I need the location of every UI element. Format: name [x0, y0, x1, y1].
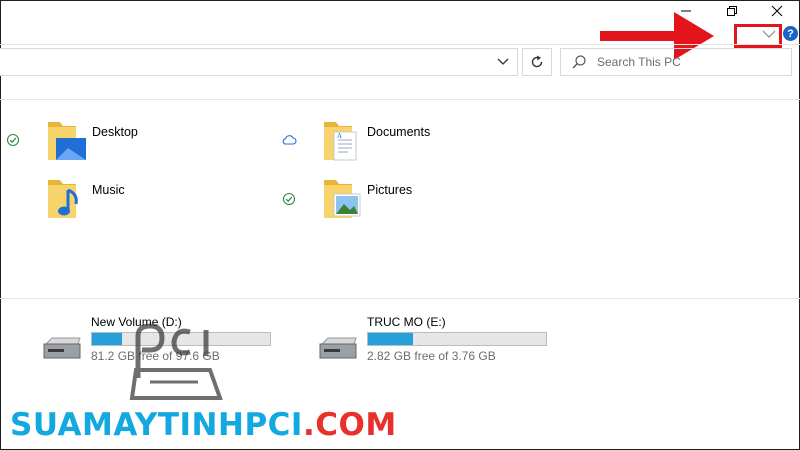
folder-item-music[interactable] [44, 176, 88, 222]
sync-check-icon [282, 192, 296, 206]
address-dropdown-chevron-icon[interactable] [496, 55, 510, 69]
drive-usage-fill-e [368, 333, 413, 345]
music-folder-icon [48, 180, 78, 218]
folder-label-documents[interactable]: Documents [367, 125, 430, 139]
folder-label-desktop[interactable]: Desktop [92, 125, 138, 139]
desktop-folder-icon [48, 122, 86, 160]
documents-folder-icon: A [324, 122, 357, 161]
folder-item-documents[interactable]: A [320, 118, 364, 164]
drive-item-d[interactable] [40, 336, 84, 362]
search-icon [572, 55, 586, 69]
watermark-part2: PCI [244, 407, 303, 443]
sync-check-icon [6, 133, 20, 147]
watermark-part3: .COM [302, 407, 397, 443]
drive-item-e[interactable] [316, 336, 360, 362]
refresh-icon [531, 55, 543, 68]
drive-name-e[interactable]: TRUC MO (E:) [367, 315, 446, 329]
restore-icon [727, 6, 737, 16]
drive-usage-fill-d [92, 333, 123, 345]
hard-drive-icon [319, 337, 357, 359]
cloud-icon [282, 135, 297, 145]
svg-text:A: A [337, 132, 342, 140]
pictures-folder-icon [324, 180, 361, 218]
watermark-part1: SUAMAYTINH [10, 407, 245, 443]
folder-item-pictures[interactable] [320, 176, 364, 222]
drives-divider [0, 298, 800, 299]
drive-usage-bar-e [367, 332, 547, 346]
search-box[interactable]: Search This PC [560, 48, 792, 76]
close-button[interactable] [754, 0, 800, 22]
help-button[interactable]: ? [783, 26, 798, 41]
watermark-text: SUAMAYTINHPCI.COM [10, 407, 397, 443]
help-icon: ? [787, 27, 794, 40]
folder-label-music[interactable]: Music [92, 183, 125, 197]
refresh-button[interactable] [522, 48, 552, 76]
pci-logo-watermark [129, 323, 223, 400]
folder-label-pictures[interactable]: Pictures [367, 183, 412, 197]
search-placeholder: Search This PC [597, 55, 681, 69]
folder-item-desktop[interactable] [44, 118, 88, 164]
address-bar[interactable] [0, 48, 518, 76]
close-icon [771, 5, 783, 17]
ribbon-divider [0, 44, 800, 45]
nav-divider [0, 99, 800, 100]
hard-drive-icon [43, 337, 81, 359]
drive-free-e: 2.82 GB free of 3.76 GB [367, 349, 496, 363]
